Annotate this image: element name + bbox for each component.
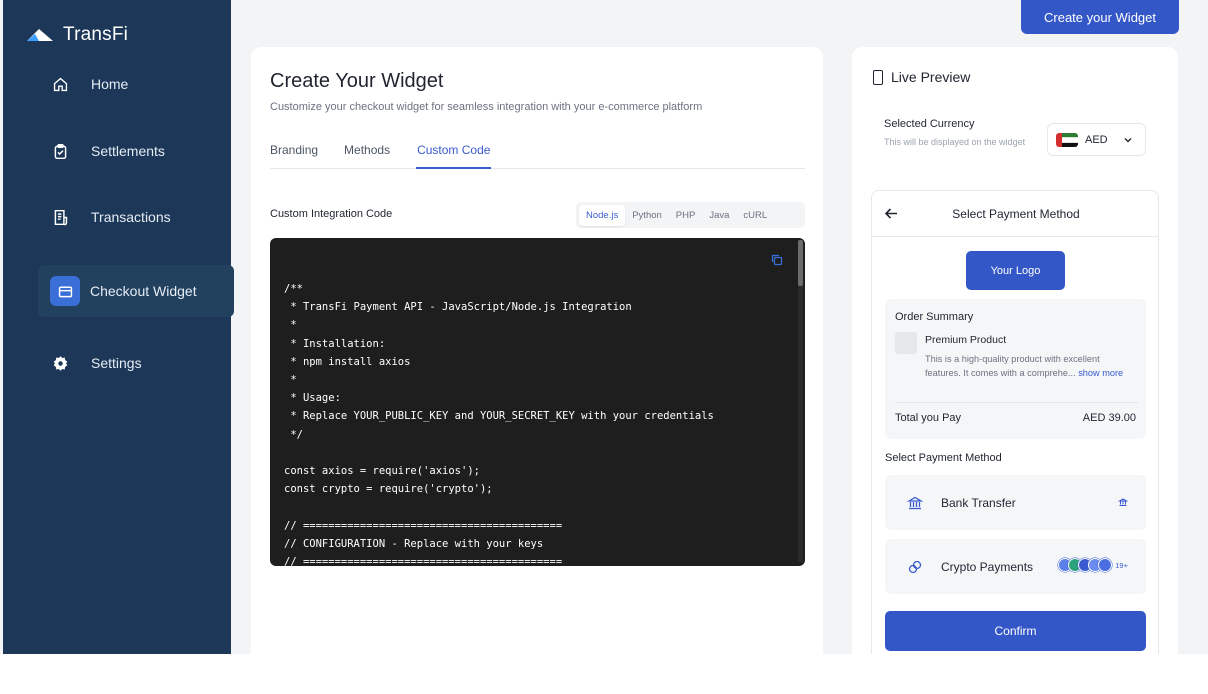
bottom-strip xyxy=(0,654,1208,694)
sidebar-item-home[interactable]: Home xyxy=(35,58,231,110)
language-selector: Node.js Python PHP Java cURL xyxy=(576,202,805,228)
lang-curl[interactable]: cURL xyxy=(736,205,774,226)
method-label: Crypto Payments xyxy=(941,559,1034,574)
create-widget-button[interactable]: Create your Widget xyxy=(1021,0,1179,34)
sidebar-item-settings[interactable]: Settings xyxy=(35,337,231,389)
code-scrollbar-track[interactable] xyxy=(798,240,803,562)
currency-hint: This will be displayed on the widget xyxy=(884,137,1026,147)
logo-placeholder: Your Logo xyxy=(966,251,1065,290)
gear-icon xyxy=(45,348,75,378)
sidebar-item-checkout-widget[interactable]: Checkout Widget xyxy=(38,265,234,317)
method-crypto-payments[interactable]: Crypto Payments 19+ xyxy=(885,539,1146,594)
clipboard-check-icon xyxy=(45,136,75,166)
sidebar-item-label: Settings xyxy=(91,355,142,371)
lang-python[interactable]: Python xyxy=(625,205,669,226)
total-value: AED 39.00 xyxy=(1082,412,1136,424)
preview-card: Live Preview Selected Currency This will… xyxy=(852,47,1178,670)
tabs: Branding Methods Custom Code xyxy=(270,143,805,169)
phone-icon xyxy=(873,69,883,85)
code-scrollbar-thumb[interactable] xyxy=(798,240,803,286)
brand[interactable]: TransFi xyxy=(25,24,128,46)
sidebar-item-label: Checkout Widget xyxy=(90,283,197,299)
page-title: Create Your Widget xyxy=(270,70,444,92)
currency-select[interactable]: AED xyxy=(1047,123,1146,156)
coin-icon xyxy=(1098,558,1113,572)
total-label: Total you Pay xyxy=(895,412,962,424)
sidebar-item-label: Transactions xyxy=(91,209,171,225)
sidebar: TransFi Home Settlements Transactions Ch xyxy=(3,0,234,654)
brand-name: TransFi xyxy=(63,24,129,45)
transfi-logo-icon xyxy=(27,29,53,41)
order-summary: Order Summary Premium Product This is a … xyxy=(885,299,1146,439)
credit-card-icon xyxy=(50,276,80,306)
code-label: Custom Integration Code xyxy=(270,208,393,220)
home-icon xyxy=(45,69,75,99)
crypto-icon xyxy=(908,560,922,573)
main-card: Create Your Widget Customize your checko… xyxy=(251,47,823,654)
sidebar-item-label: Settlements xyxy=(91,143,165,159)
chevron-down-icon xyxy=(1124,137,1132,142)
bank-badge-icon xyxy=(1118,498,1128,506)
order-summary-title: Order Summary xyxy=(895,311,974,323)
method-bank-transfer[interactable]: Bank Transfer xyxy=(885,475,1146,530)
bank-icon xyxy=(907,496,923,509)
lang-java[interactable]: Java xyxy=(702,205,736,226)
receipt-icon xyxy=(45,202,75,232)
select-method-label: Select Payment Method xyxy=(885,452,1002,464)
product-name: Premium Product xyxy=(925,334,1007,346)
code-editor[interactable]: /** * TransFi Payment API - JavaScript/N… xyxy=(270,238,805,566)
sidebar-item-label: Home xyxy=(91,76,129,92)
sidebar-item-settlements[interactable]: Settlements xyxy=(35,125,231,177)
tab-methods[interactable]: Methods xyxy=(344,143,390,169)
confirm-button[interactable]: Confirm xyxy=(885,611,1146,651)
lang-nodejs[interactable]: Node.js xyxy=(579,204,626,226)
copy-icon[interactable] xyxy=(771,254,783,266)
page-gutter xyxy=(1191,0,1208,654)
widget-header: Select Payment Method xyxy=(872,191,1158,237)
code-content: /** * TransFi Payment API - JavaScript/N… xyxy=(284,283,714,566)
product-thumbnail xyxy=(895,332,917,354)
tab-branding[interactable]: Branding xyxy=(270,143,318,169)
currency-label: Selected Currency xyxy=(884,118,975,130)
divider xyxy=(895,402,1138,403)
tab-custom-code[interactable]: Custom Code xyxy=(416,143,492,169)
lang-php[interactable]: PHP xyxy=(669,205,703,226)
page-subtitle: Customize your checkout widget for seaml… xyxy=(270,101,703,113)
product-description: This is a high-quality product with exce… xyxy=(925,354,1124,378)
preview-title: Live Preview xyxy=(891,69,971,85)
uae-flag-icon xyxy=(1056,132,1078,147)
app-root: TransFi Home Settlements Transactions Ch xyxy=(0,0,1208,670)
sidebar-item-transactions[interactable]: Transactions xyxy=(35,191,231,243)
crypto-coins: 19+ xyxy=(1058,558,1128,572)
show-more-link[interactable]: show more xyxy=(1078,368,1123,378)
widget-preview: Select Payment Method Your Logo Order Su… xyxy=(871,190,1159,670)
currency-value: AED xyxy=(1085,133,1108,146)
preview-header: Live Preview xyxy=(873,69,970,85)
widget-title: Select Payment Method xyxy=(952,207,1080,221)
method-label: Bank Transfer xyxy=(941,495,1016,510)
crypto-more-count: 19+ xyxy=(1115,560,1128,570)
